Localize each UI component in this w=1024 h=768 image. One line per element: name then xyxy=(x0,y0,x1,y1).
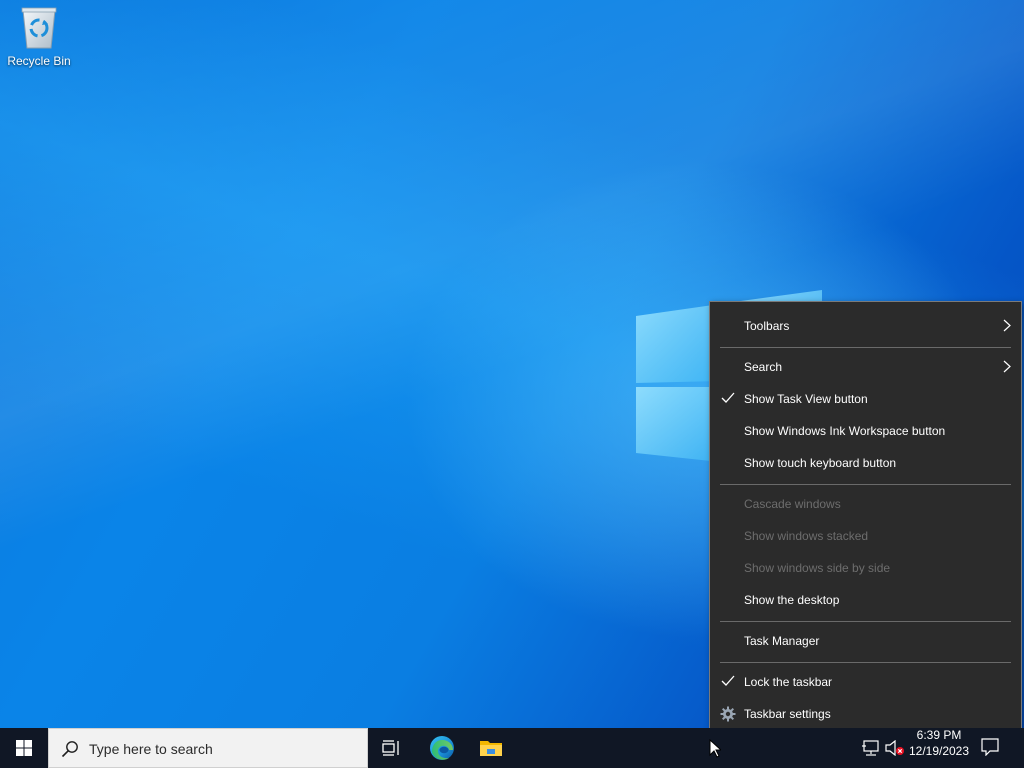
edge-icon xyxy=(430,736,454,760)
menu-item-show-windows-stacked: Show windows stacked xyxy=(710,521,1021,551)
file-explorer-button[interactable] xyxy=(467,728,515,768)
taskbar-search-box[interactable]: Type here to search xyxy=(48,728,368,768)
menu-item-label: Show the desktop xyxy=(744,593,840,607)
menu-item-label: Show windows side by side xyxy=(744,561,891,575)
menu-item-label: Show windows stacked xyxy=(744,529,869,543)
menu-item-task-manager[interactable]: Task Manager xyxy=(710,626,1021,656)
menu-item-show-windows-side-by-side: Show windows side by side xyxy=(710,553,1021,583)
network-icon[interactable] xyxy=(862,740,880,756)
mouse-cursor-icon xyxy=(709,739,721,758)
chevron-right-icon xyxy=(1003,360,1011,373)
menu-item-show-task-view-button[interactable]: Show Task View button xyxy=(710,384,1021,414)
search-icon xyxy=(61,741,78,758)
clock-time: 6:39 PM xyxy=(916,728,962,742)
menu-item-show-the-desktop[interactable]: Show the desktop xyxy=(710,585,1021,615)
checkmark-icon xyxy=(721,392,735,403)
checkmark-icon xyxy=(721,675,735,686)
task-view-icon xyxy=(382,740,399,756)
menu-item-cascade-windows: Cascade windows xyxy=(710,489,1021,519)
recycle-bin-icon xyxy=(21,7,57,49)
edge-taskbar-button[interactable] xyxy=(418,728,466,768)
action-center-icon[interactable] xyxy=(981,738,999,756)
folder-icon xyxy=(480,741,502,756)
desktop-icon-recycle-bin[interactable]: Recycle Bin xyxy=(4,6,74,76)
menu-item-label: Show Windows Ink Workspace button xyxy=(744,424,946,438)
menu-separator xyxy=(720,621,1011,622)
clock-date: 12/19/2023 xyxy=(908,744,970,758)
menu-item-show-touch-keyboard-button[interactable]: Show touch keyboard button xyxy=(710,448,1021,478)
menu-item-label: Show Task View button xyxy=(744,392,868,406)
menu-item-label: Toolbars xyxy=(744,319,790,333)
task-view-button[interactable] xyxy=(368,728,416,768)
taskbar-context-menu: Toolbars Search Show Task View button Sh… xyxy=(709,301,1022,731)
menu-separator xyxy=(720,484,1011,485)
menu-item-label: Task Manager xyxy=(744,634,820,648)
menu-item-label: Lock the taskbar xyxy=(744,675,833,689)
menu-item-lock-the-taskbar[interactable]: Lock the taskbar xyxy=(710,667,1021,697)
recycle-bin-label: Recycle Bin xyxy=(7,54,71,68)
menu-item-taskbar-settings[interactable]: Taskbar settings xyxy=(710,699,1021,729)
volume-muted-icon[interactable] xyxy=(885,740,905,756)
menu-item-label: Cascade windows xyxy=(744,497,841,511)
menu-item-label: Taskbar settings xyxy=(744,707,831,721)
menu-item-label: Search xyxy=(744,360,783,374)
search-placeholder: Type here to search xyxy=(89,741,213,757)
menu-item-label: Show touch keyboard button xyxy=(744,456,897,470)
gear-icon xyxy=(720,706,736,722)
windows-start-icon xyxy=(16,740,32,756)
menu-item-toolbars[interactable]: Toolbars xyxy=(710,311,1021,341)
taskbar[interactable]: Type here to search 6:39 PM 12/19/2023 xyxy=(0,728,1024,768)
start-button[interactable] xyxy=(0,728,48,768)
menu-separator xyxy=(720,662,1011,663)
menu-separator xyxy=(720,347,1011,348)
chevron-right-icon xyxy=(1003,319,1011,332)
taskbar-clock[interactable]: 6:39 PM 12/19/2023 xyxy=(906,728,972,766)
menu-item-show-ink-workspace-button[interactable]: Show Windows Ink Workspace button xyxy=(710,416,1021,446)
menu-item-search[interactable]: Search xyxy=(710,352,1021,382)
